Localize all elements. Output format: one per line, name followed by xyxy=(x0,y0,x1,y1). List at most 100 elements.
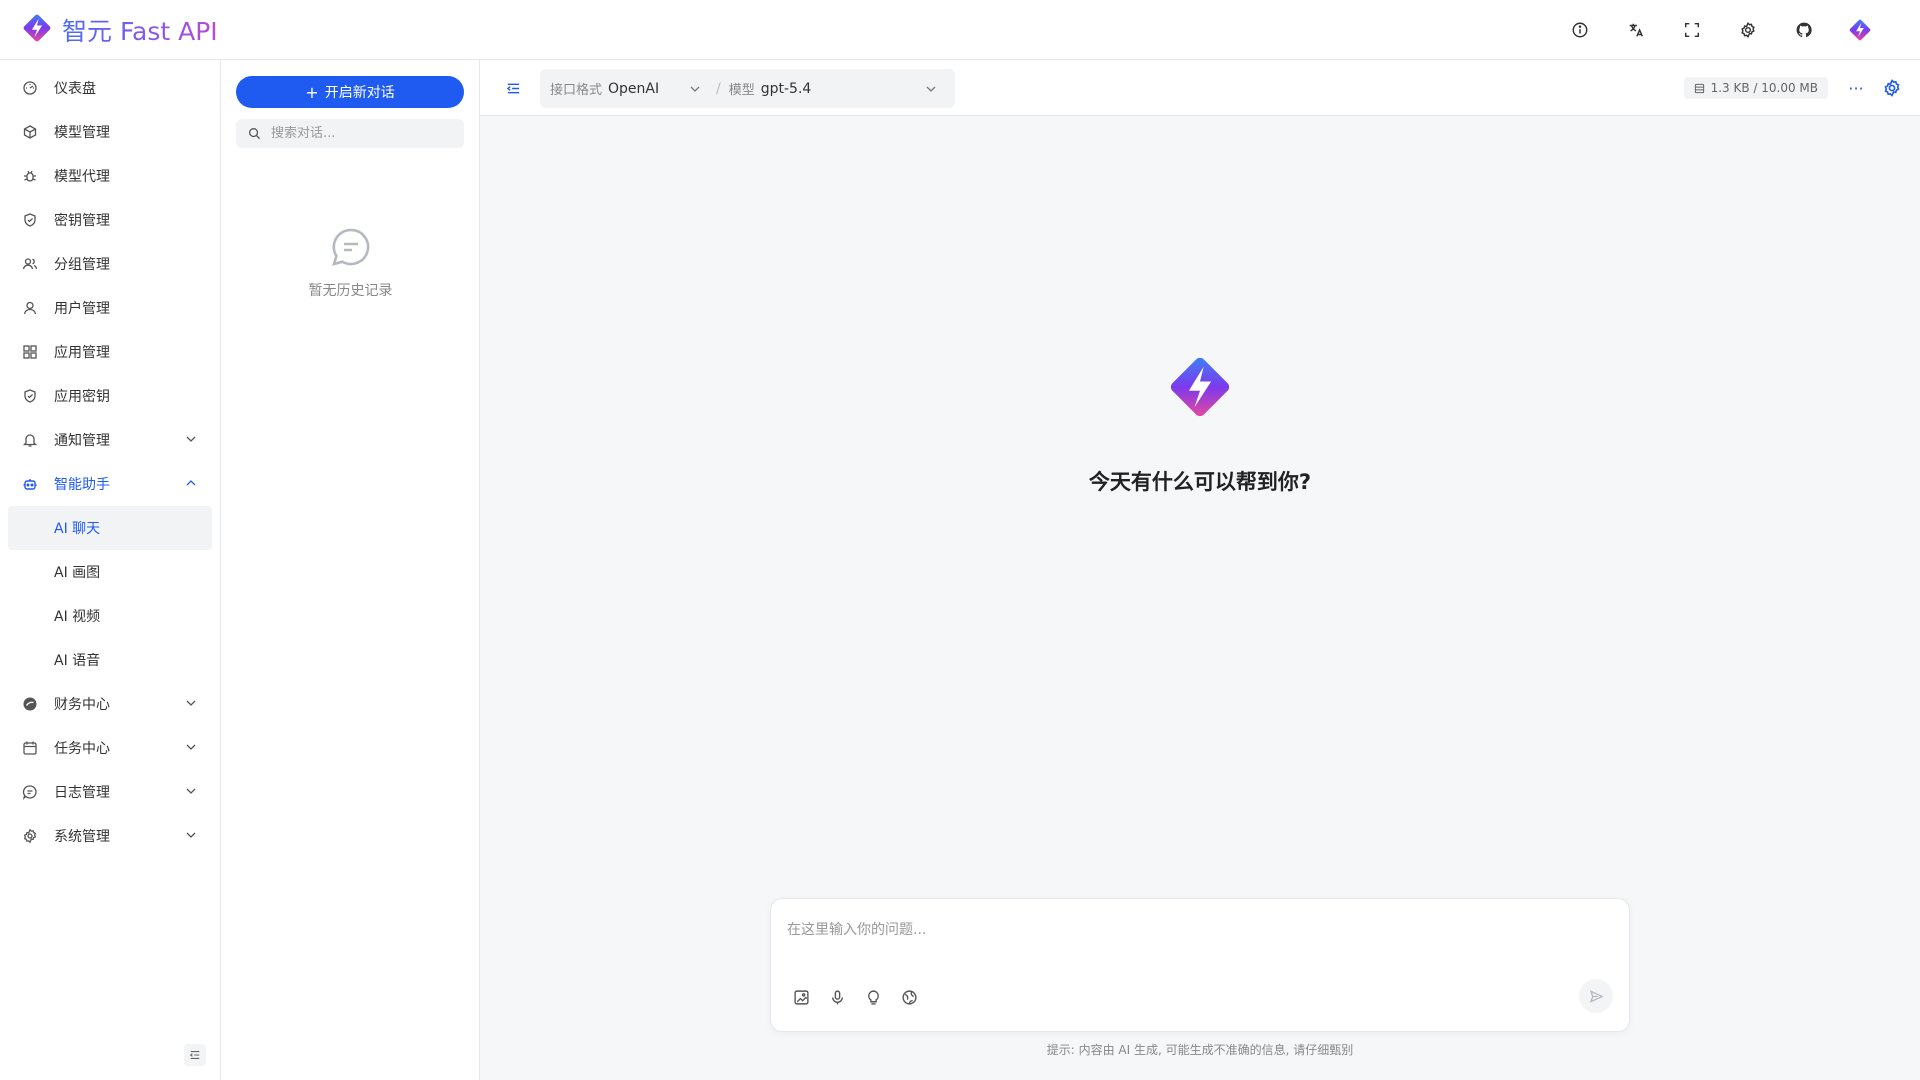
sidebar-item-label: 日志管理 xyxy=(54,785,110,801)
composer-tools xyxy=(791,987,919,1007)
send-button[interactable] xyxy=(1579,979,1613,1013)
fullscreen-icon[interactable] xyxy=(1672,10,1712,50)
sidebar-item-label: 模型代理 xyxy=(54,169,110,185)
logo-icon xyxy=(1163,357,1237,428)
user-icon xyxy=(21,299,39,317)
sidebar-subitem-ai-video[interactable]: AI 视频 xyxy=(8,594,212,638)
storage-badge: 1.3 KB / 10.00 MB xyxy=(1683,77,1828,99)
sidebar-item-proxy[interactable]: 模型代理 xyxy=(8,154,212,198)
welcome-title: 今天有什么可以帮到你? xyxy=(1088,470,1312,494)
more-options-button[interactable]: ··· xyxy=(1844,76,1868,100)
storage-icon xyxy=(1694,83,1704,93)
sidebar-item-tasks[interactable]: 任务中心 xyxy=(8,726,212,770)
format-select[interactable]: 接口格式 OpenAI xyxy=(540,69,712,108)
format-label: 接口格式 xyxy=(550,83,603,98)
sidebar-item-keys[interactable]: 密钥管理 xyxy=(8,198,212,242)
search-input[interactable] xyxy=(271,126,451,141)
sidebar-item-models[interactable]: 模型管理 xyxy=(8,110,212,154)
menu-fold-icon xyxy=(189,1051,200,1059)
sidebar-item-label: 智能助手 xyxy=(54,477,110,493)
new-chat-label: 开启新对话 xyxy=(324,85,395,101)
sidebar-subitem-ai-chat[interactable]: AI 聊天 xyxy=(8,506,212,550)
sidebar-subitem-label: AI 聊天 xyxy=(54,521,101,537)
separator: / xyxy=(716,80,721,97)
chat-settings-icon[interactable] xyxy=(1882,78,1902,98)
model-value: gpt-5.4 xyxy=(760,80,812,97)
chevron-down-icon xyxy=(186,788,196,794)
more-icon: ··· xyxy=(1848,78,1864,98)
sidebar-item-label: 应用管理 xyxy=(54,345,110,361)
sidebar-item-dashboard[interactable]: 仪表盘 xyxy=(8,66,212,110)
github-icon[interactable] xyxy=(1784,10,1824,50)
bell-icon xyxy=(21,431,39,449)
gear-icon xyxy=(21,827,39,845)
sidebar-item-notifications[interactable]: 通知管理 xyxy=(8,418,212,462)
sidebar-item-users[interactable]: 用户管理 xyxy=(8,286,212,330)
chevron-down-icon xyxy=(186,700,196,706)
image-upload-icon[interactable] xyxy=(791,987,811,1007)
model-select[interactable]: 模型 gpt-5.4 xyxy=(725,69,948,108)
chat-history-panel: + 开启新对话 暂无历史记录 xyxy=(221,60,480,1080)
cube-icon xyxy=(21,123,39,141)
avatar[interactable] xyxy=(1840,10,1880,50)
sidebar-item-label: 系统管理 xyxy=(54,829,110,845)
chevron-down-icon xyxy=(926,86,936,92)
wallet-icon xyxy=(21,695,39,713)
sidebar-item-logs[interactable]: 日志管理 xyxy=(8,770,212,814)
sidebar-subitem-label: AI 语音 xyxy=(54,653,101,669)
welcome-hero: 今天有什么可以帮到你? xyxy=(480,350,1920,496)
sidebar-item-label: 用户管理 xyxy=(54,301,110,317)
sidebar-subitem-ai-voice[interactable]: AI 语音 xyxy=(8,638,212,682)
sidebar-item-apps[interactable]: 应用管理 xyxy=(8,330,212,374)
sidebar-item-label: 模型管理 xyxy=(54,125,110,141)
bug-icon xyxy=(21,167,39,185)
logo-icon xyxy=(20,11,54,49)
sidebar-item-system[interactable]: 系统管理 xyxy=(8,814,212,858)
message-composer xyxy=(770,898,1630,1032)
empty-text: 暂无历史记录 xyxy=(308,283,393,299)
info-icon[interactable] xyxy=(1560,10,1600,50)
log-icon xyxy=(21,783,39,801)
brand-name: 智元 Fast API xyxy=(62,12,218,48)
search-icon xyxy=(249,128,261,140)
chevron-down-icon xyxy=(690,86,700,92)
sidebar-collapse-button[interactable] xyxy=(184,1044,206,1066)
sidebar-item-label: 财务中心 xyxy=(54,697,110,713)
globe-icon[interactable] xyxy=(899,987,919,1007)
sidebar-item-finance[interactable]: 财务中心 xyxy=(8,682,212,726)
disclaimer-hint: 提示: 内容由 AI 生成, 可能生成不准确的信息, 请仔细甄别 xyxy=(1046,1043,1354,1057)
sidebar-item-assistant[interactable]: 智能助手 xyxy=(8,462,212,506)
plus-icon: + xyxy=(305,82,319,102)
sidebar-subitem-ai-image[interactable]: AI 画图 xyxy=(8,550,212,594)
chat-area: 接口格式 OpenAI / 模型 gpt-5.4 1.3 KB / 10.00 … xyxy=(480,60,1920,1080)
chat-toolbar: 接口格式 OpenAI / 模型 gpt-5.4 1.3 KB / 10.00 … xyxy=(480,60,1920,116)
lightbulb-icon[interactable] xyxy=(863,987,883,1007)
calendar-icon xyxy=(21,739,39,757)
model-label: 模型 xyxy=(728,83,755,98)
new-chat-button[interactable]: + 开启新对话 xyxy=(236,76,464,108)
model-selector-bar: 接口格式 OpenAI / 模型 gpt-5.4 xyxy=(540,69,955,108)
top-header: 智元 Fast API xyxy=(0,0,1920,60)
sidebar-item-label: 任务中心 xyxy=(54,741,110,757)
sidebar-item-label: 通知管理 xyxy=(54,433,110,449)
sidebar-subitem-label: AI 画图 xyxy=(54,565,101,581)
sidebar-item-app-keys[interactable]: 应用密钥 xyxy=(8,374,212,418)
microphone-icon[interactable] xyxy=(827,987,847,1007)
grid-icon xyxy=(21,343,39,361)
sidebar-item-label: 仪表盘 xyxy=(54,81,96,97)
sidebar-nav: 仪表盘 模型管理 模型代理 密钥管理 分组管理 用户管理 应用管理 应用密钥 通… xyxy=(0,60,221,1080)
dashboard-icon xyxy=(21,79,39,97)
brand[interactable]: 智元 Fast API xyxy=(20,0,218,60)
sidebar-item-label: 密钥管理 xyxy=(54,213,110,229)
chevron-down-icon xyxy=(186,832,196,838)
menu-fold-icon xyxy=(506,83,519,93)
shield-icon xyxy=(21,211,39,229)
chat-bubble-icon xyxy=(331,228,369,266)
chevron-down-icon xyxy=(186,436,196,442)
message-input[interactable] xyxy=(787,919,1607,959)
robot-icon xyxy=(21,475,39,493)
toggle-history-button[interactable] xyxy=(502,77,524,99)
sidebar-item-groups[interactable]: 分组管理 xyxy=(8,242,212,286)
settings-icon[interactable] xyxy=(1728,10,1768,50)
translate-icon[interactable] xyxy=(1616,10,1656,50)
